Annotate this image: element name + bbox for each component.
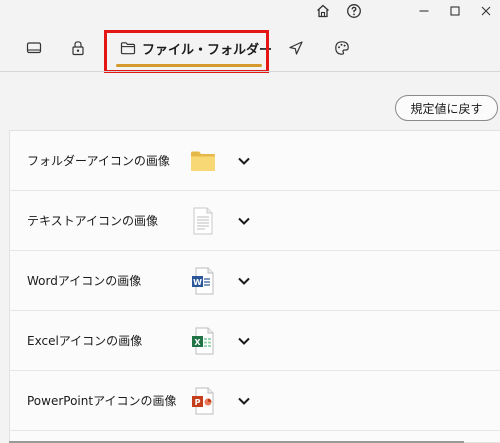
list-item-powerpoint-image[interactable]: PowerPointアイコンの画像 P (10, 371, 500, 431)
chevron-down-icon[interactable] (234, 271, 254, 291)
row-label: Wordアイコンの画像 (27, 274, 142, 288)
tab-display[interactable] (20, 26, 48, 70)
home-icon[interactable] (312, 1, 334, 21)
svg-text:X: X (194, 338, 201, 347)
row-label: Excelアイコンの画像 (27, 334, 143, 348)
folder-icon (188, 145, 218, 177)
chevron-down-icon[interactable] (234, 331, 254, 351)
powerpoint-file-icon: P (188, 385, 218, 417)
active-tab-indicator (116, 64, 262, 67)
list-item-excel-image[interactable]: Excelアイコンの画像 X (10, 311, 500, 371)
tab-appearance[interactable] (328, 26, 356, 70)
row-label: フォルダーアイコンの画像 (27, 154, 170, 168)
minimize-icon[interactable] (413, 1, 435, 21)
tab-security[interactable] (64, 26, 92, 70)
help-icon[interactable] (343, 1, 365, 21)
word-file-icon: W (188, 265, 218, 297)
chevron-down-icon[interactable] (234, 151, 254, 171)
tab-bar: ファイル・フォルダー (0, 26, 500, 70)
chevron-down-icon[interactable] (234, 391, 254, 411)
row-label: PowerPointアイコンの画像 (27, 394, 177, 408)
reset-defaults-button[interactable]: 規定値に戻す (395, 95, 498, 121)
list-item-folder-image[interactable]: フォルダーアイコンの画像 (10, 131, 500, 191)
palette-icon (334, 40, 350, 56)
tab-file-folder-label: ファイル・フォルダー (142, 42, 273, 58)
list-item-text-image[interactable]: テキストアイコンの画像 (10, 191, 500, 251)
send-icon (288, 40, 304, 56)
list-item-word-image[interactable]: Wordアイコンの画像 W (10, 251, 500, 311)
image-settings-list: フォルダーアイコンの画像 テキストアイコンの画像 Wordアイコンの画像 W E… (9, 130, 500, 443)
excel-file-icon: X (188, 325, 218, 357)
lock-icon (71, 40, 85, 56)
svg-text:P: P (195, 398, 201, 407)
chevron-down-icon[interactable] (234, 211, 254, 231)
tab-send[interactable] (282, 26, 310, 70)
svg-text:W: W (193, 278, 202, 287)
monitor-icon (26, 41, 42, 55)
maximize-icon[interactable] (444, 1, 466, 21)
close-icon[interactable] (475, 1, 497, 21)
tab-divider (0, 71, 500, 72)
tab-file-folder[interactable]: ファイル・フォルダー (112, 26, 272, 70)
text-file-icon (188, 205, 218, 237)
row-label: テキストアイコンの画像 (27, 214, 159, 228)
folder-outline-icon (120, 41, 136, 55)
title-bar (0, 0, 500, 26)
